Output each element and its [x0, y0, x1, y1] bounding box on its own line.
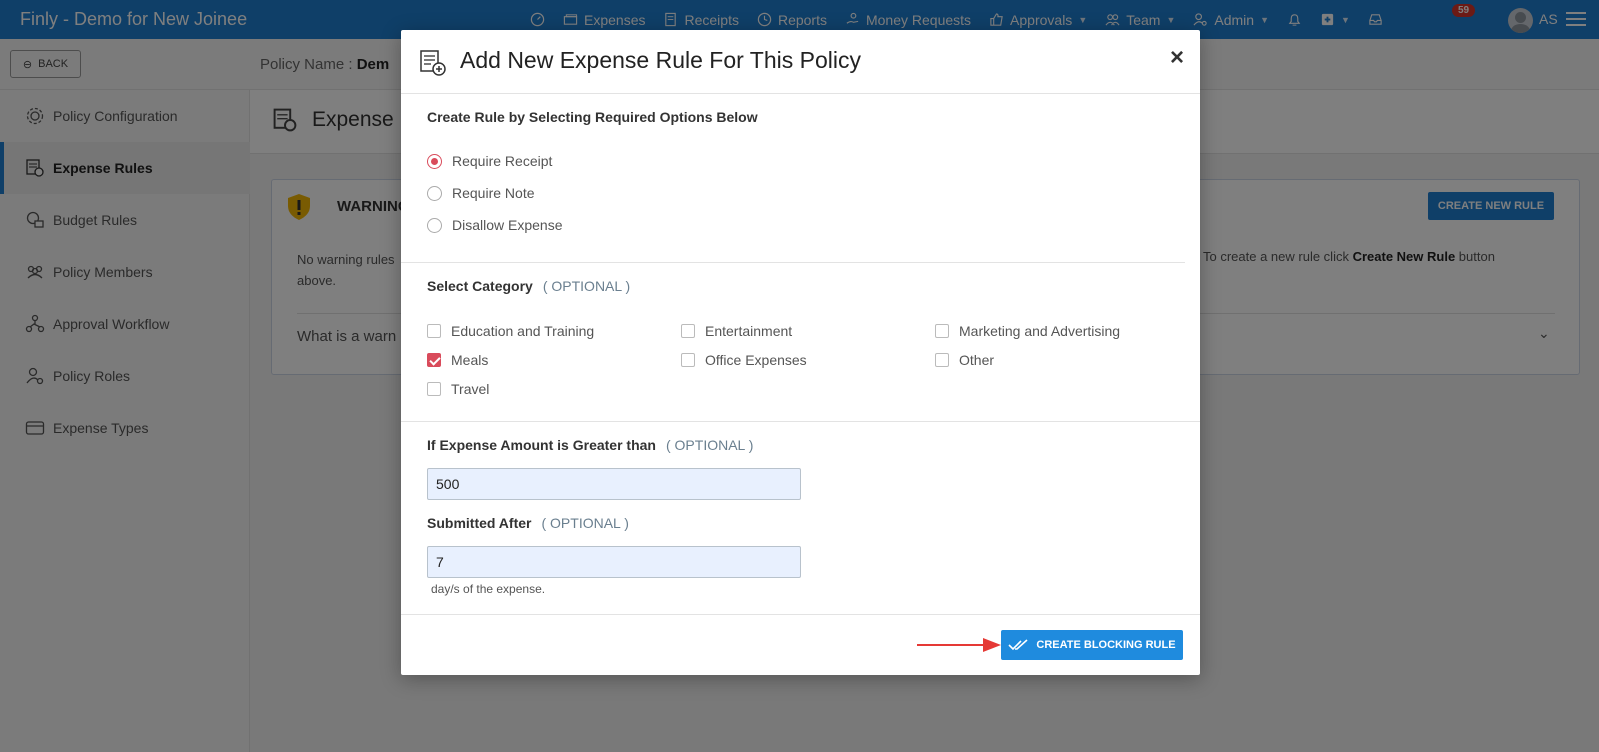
radio-button[interactable]	[427, 217, 442, 233]
modal-title: Add New Expense Rule For This Policy	[460, 47, 861, 73]
optional-tag: ( OPTIONAL )	[665, 437, 754, 453]
category-travel[interactable]: Travel	[427, 381, 489, 397]
radio-label: Disallow Expense	[452, 217, 563, 233]
radio-label: Require Note	[452, 185, 535, 201]
rule-type-label: Create Rule by Selecting Required Option…	[427, 109, 758, 125]
modal-header: Add New Expense Rule For This Policy ×	[401, 30, 1200, 94]
days-suffix: day/s of the expense.	[431, 582, 546, 596]
submitted-after-label: Submitted After ( OPTIONAL )	[427, 515, 629, 531]
category-education-and-training[interactable]: Education and Training	[427, 323, 594, 339]
submitted-after-input[interactable]: 7	[427, 546, 801, 578]
checkbox-label: Meals	[451, 352, 489, 368]
category-other[interactable]: Other	[935, 352, 994, 368]
checkbox[interactable]	[427, 324, 441, 338]
checkbox-label: Education and Training	[451, 323, 595, 339]
divider	[401, 421, 1200, 422]
add-expense-rule-modal: Add New Expense Rule For This Policy × C…	[401, 30, 1200, 675]
close-icon[interactable]: ×	[1170, 44, 1184, 72]
double-check-icon	[1008, 639, 1028, 651]
amount-label-text: If Expense Amount is Greater than	[427, 437, 656, 453]
category-entertainment[interactable]: Entertainment	[681, 323, 792, 339]
amount-input[interactable]: 500	[427, 468, 801, 500]
create-blocking-rule-button[interactable]: CREATE BLOCKING RULE	[1001, 630, 1183, 660]
radio-button[interactable]	[427, 153, 442, 169]
submitted-after-label-text: Submitted After	[427, 515, 532, 531]
category-label-text: Select Category	[427, 278, 533, 294]
checkbox[interactable]	[935, 324, 949, 338]
checkbox-label: Office Expenses	[705, 352, 807, 368]
checkbox[interactable]	[427, 353, 441, 367]
checkbox[interactable]	[681, 353, 695, 367]
category-meals[interactable]: Meals	[427, 352, 488, 368]
category-label: Select Category ( OPTIONAL )	[427, 278, 630, 294]
optional-tag: ( OPTIONAL )	[541, 515, 629, 531]
checkbox[interactable]	[427, 382, 441, 396]
checkbox[interactable]	[935, 353, 949, 367]
checkbox-label: Other	[959, 352, 995, 368]
checkbox[interactable]	[681, 324, 695, 338]
create-blocking-rule-label: CREATE BLOCKING RULE	[1036, 639, 1176, 651]
divider	[401, 614, 1200, 615]
radio-require-note[interactable]: Require Note	[427, 185, 535, 201]
radio-label: Require Receipt	[452, 153, 553, 169]
checkbox-label: Travel	[451, 381, 490, 397]
annotation-arrow-icon	[917, 638, 1001, 652]
add-rule-icon	[420, 50, 446, 76]
category-office-expenses[interactable]: Office Expenses	[681, 352, 807, 368]
radio-disallow-expense[interactable]: Disallow Expense	[427, 217, 563, 233]
optional-tag: ( OPTIONAL )	[542, 278, 631, 294]
category-marketing-and-advertising[interactable]: Marketing and Advertising	[935, 323, 1120, 339]
radio-require-receipt[interactable]: Require Receipt	[427, 153, 552, 169]
divider	[401, 262, 1185, 263]
amount-label: If Expense Amount is Greater than ( OPTIO…	[427, 437, 753, 453]
checkbox-label: Marketing and Advertising	[959, 323, 1121, 339]
checkbox-label: Entertainment	[705, 323, 793, 339]
radio-button[interactable]	[427, 185, 442, 201]
